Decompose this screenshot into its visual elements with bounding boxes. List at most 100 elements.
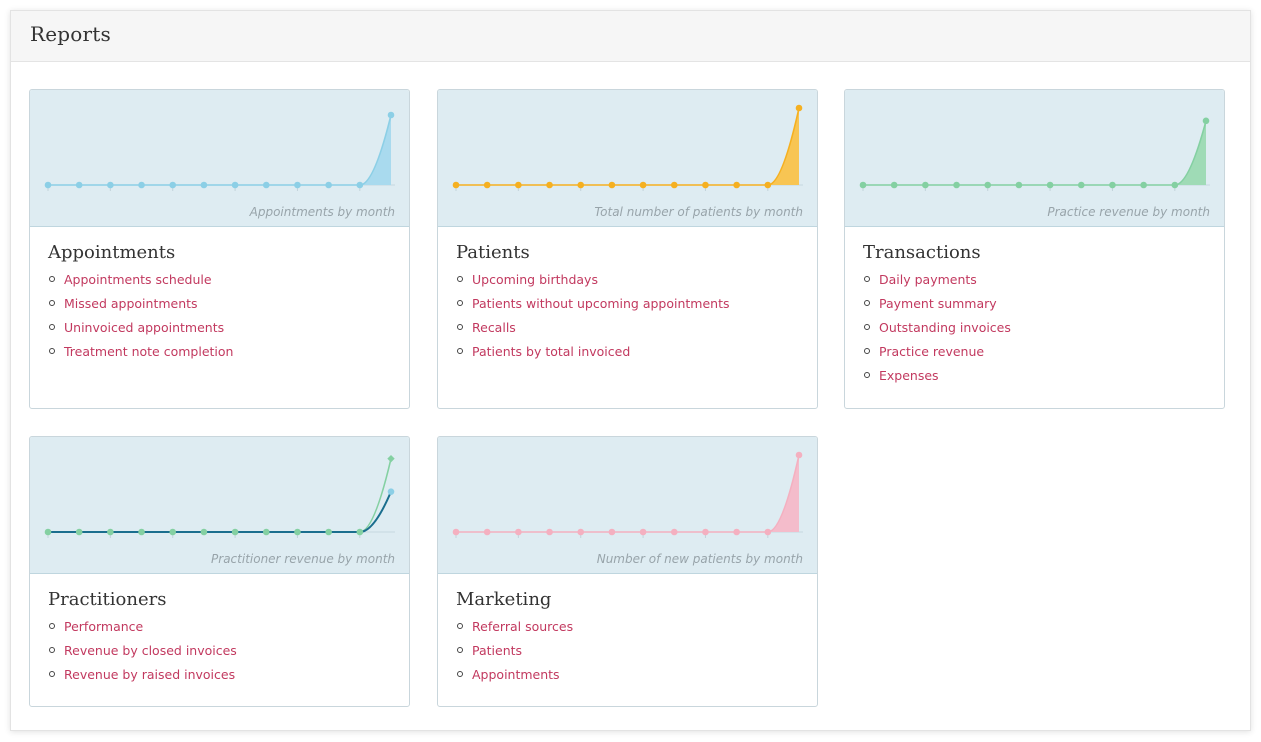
report-link[interactable]: Appointments: [472, 667, 560, 682]
data-point: [795, 451, 803, 459]
report-list-item: Patients without upcoming appointments: [456, 293, 799, 317]
card-title: Appointments: [48, 242, 176, 263]
data-point: [984, 181, 992, 189]
report-list-item: Missed appointments: [48, 293, 391, 317]
data-point: [1109, 181, 1116, 189]
report-link[interactable]: Patients by total invoiced: [472, 344, 630, 359]
report-link[interactable]: Revenue by raised invoices: [64, 667, 235, 682]
data-point: [387, 488, 395, 495]
data-point: [262, 181, 270, 189]
card-marketing: Number of new patients by month Marketing…: [437, 436, 818, 707]
report-link-list: Daily payments Payment summary Outstanding…: [863, 269, 1206, 389]
data-point: [515, 181, 522, 189]
practitioners-chart: Practitioner revenue by month: [30, 437, 409, 574]
report-list-item: Payment summary: [863, 293, 1206, 317]
data-point: [169, 528, 177, 536]
report-link[interactable]: Daily payments: [879, 272, 977, 287]
appointments-chart: Appointments by month: [30, 90, 409, 227]
page-title: Reports: [30, 22, 111, 46]
report-list-item: Uninvoiced appointments: [48, 317, 391, 341]
chart-caption: Number of new patients by month: [596, 552, 803, 566]
data-point: [764, 181, 772, 189]
chart-caption: Total number of patients by month: [594, 205, 803, 219]
report-link[interactable]: Expenses: [879, 368, 939, 383]
series-line: [48, 114, 392, 186]
report-link[interactable]: Missed appointments: [64, 296, 198, 311]
data-point: [387, 111, 395, 119]
report-link[interactable]: Performance: [64, 619, 143, 634]
report-link[interactable]: Payment summary: [879, 296, 997, 311]
data-point: [356, 528, 364, 536]
data-point: [138, 528, 145, 536]
data-point: [262, 528, 270, 536]
report-list-item: Appointments: [456, 664, 799, 688]
data-point: [483, 181, 491, 189]
report-list-item: Performance: [48, 616, 391, 640]
series-area: [456, 455, 799, 532]
data-point: [577, 528, 585, 536]
data-point: [169, 181, 177, 189]
report-link[interactable]: Referral sources: [472, 619, 573, 634]
report-list-item: Expenses: [863, 365, 1206, 389]
report-list-item: Treatment note completion: [48, 341, 391, 365]
data-point: [231, 181, 239, 189]
data-point: [702, 528, 709, 536]
series-area: [456, 108, 799, 185]
data-point: [546, 528, 553, 536]
report-link[interactable]: Treatment note completion: [64, 344, 233, 359]
card-title: Patients: [456, 242, 530, 263]
series-line: [456, 454, 800, 533]
card-appointments: Appointments by month Appointments Appoint…: [29, 89, 410, 409]
data-point: [859, 181, 867, 189]
data-point: [138, 181, 145, 189]
report-link[interactable]: Patients without upcoming appointments: [472, 296, 730, 311]
marketing-chart: Number of new patients by month: [438, 437, 817, 574]
series-line: [48, 458, 392, 533]
data-point: [452, 181, 460, 189]
report-link-list: Upcoming birthdays Patients without upcom…: [456, 269, 799, 365]
report-list-item: Daily payments: [863, 269, 1206, 293]
series-area: [863, 120, 1206, 185]
chart-caption: Practice revenue by month: [1047, 205, 1210, 219]
report-link[interactable]: Recalls: [472, 320, 516, 335]
report-link[interactable]: Revenue by closed invoices: [64, 643, 237, 658]
data-point: [294, 528, 301, 536]
data-point: [107, 528, 114, 536]
report-list-item: Patients: [456, 640, 799, 664]
report-link[interactable]: Practice revenue: [879, 344, 984, 359]
report-list-item: Revenue by closed invoices: [48, 640, 391, 664]
data-point: [577, 181, 585, 189]
report-link[interactable]: Outstanding invoices: [879, 320, 1011, 335]
report-link-list: Referral sources Patients Appointments: [456, 616, 799, 688]
data-point: [200, 528, 208, 536]
card-practitioners: Practitioner revenue by month Practitione…: [29, 436, 410, 707]
report-link[interactable]: Uninvoiced appointments: [64, 320, 224, 335]
card-transactions: Practice revenue by month Transactions Dai…: [844, 89, 1225, 409]
data-point: [107, 181, 114, 189]
data-point: [483, 528, 491, 536]
report-link[interactable]: Patients: [472, 643, 522, 658]
data-point: [1140, 181, 1147, 189]
chart-caption: Practitioner revenue by month: [211, 552, 395, 566]
report-list-item: Recalls: [456, 317, 799, 341]
data-point: [702, 181, 709, 189]
data-point: [325, 181, 332, 189]
card-patients: Total number of patients by month Patient…: [437, 89, 818, 409]
transactions-chart: Practice revenue by month: [845, 90, 1224, 227]
report-link-list: Performance Revenue by closed invoices Rev…: [48, 616, 391, 688]
data-point: [75, 181, 83, 189]
report-list-item: Patients by total invoiced: [456, 341, 799, 365]
data-point: [546, 181, 553, 189]
data-point: [733, 528, 740, 536]
series-line: [48, 491, 392, 533]
report-link[interactable]: Upcoming birthdays: [472, 272, 598, 287]
data-point: [452, 528, 460, 536]
card-title: Marketing: [456, 589, 552, 610]
report-list-item: Appointments schedule: [48, 269, 391, 293]
data-point: [1077, 181, 1085, 189]
report-link[interactable]: Appointments schedule: [64, 272, 212, 287]
series-area: [48, 115, 391, 185]
data-point: [670, 181, 678, 189]
transactions-card-body: Transactions Daily payments Payment summar…: [845, 227, 1224, 389]
data-point: [795, 104, 803, 112]
